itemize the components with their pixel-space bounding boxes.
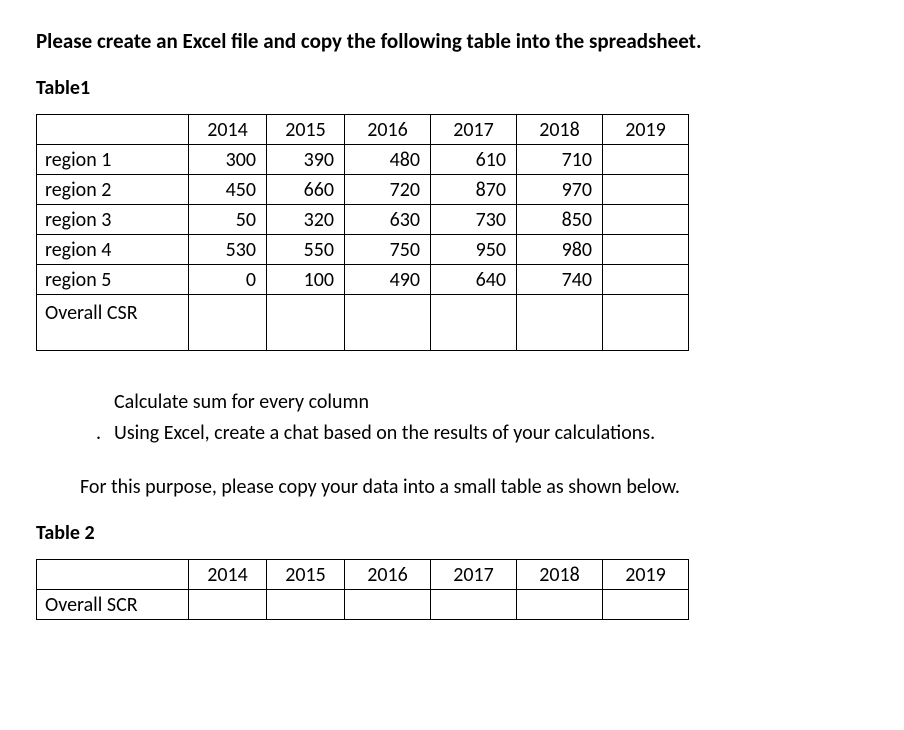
cell	[267, 590, 345, 620]
table1-overall-row: Overall CSR	[37, 295, 689, 351]
table1-year: 2015	[267, 115, 345, 145]
cell: 870	[431, 175, 517, 205]
instruction-text: Calculate sum for every column	[114, 390, 369, 414]
cell	[517, 295, 603, 351]
cell: 480	[345, 145, 431, 175]
cell: 740	[517, 265, 603, 295]
table2-year: 2018	[517, 560, 603, 590]
cell: 720	[345, 175, 431, 205]
cell	[603, 205, 689, 235]
table2-overall-row: Overall SCR	[37, 590, 689, 620]
cell: 750	[345, 235, 431, 265]
cell: 980	[517, 235, 603, 265]
main-instruction: Please create an Excel file and copy the…	[36, 28, 868, 54]
overall-label: Overall SCR	[37, 590, 189, 620]
cell	[603, 235, 689, 265]
table1-year: 2014	[189, 115, 267, 145]
cell: 660	[267, 175, 345, 205]
table1-year: 2016	[345, 115, 431, 145]
table-row: region 2 450 660 720 870 970	[37, 175, 689, 205]
table-row: region 3 50 320 630 730 850	[37, 205, 689, 235]
cell: 730	[431, 205, 517, 235]
cell	[603, 145, 689, 175]
cell	[517, 590, 603, 620]
cell: 630	[345, 205, 431, 235]
cell: 970	[517, 175, 603, 205]
cell	[431, 590, 517, 620]
cell	[603, 590, 689, 620]
cell	[603, 295, 689, 351]
row-label: region 4	[37, 235, 189, 265]
cell: 320	[267, 205, 345, 235]
cell: 450	[189, 175, 267, 205]
cell	[189, 590, 267, 620]
overall-label: Overall CSR	[37, 295, 189, 351]
table2-label: Table 2	[36, 521, 868, 545]
cell: 950	[431, 235, 517, 265]
cell: 550	[267, 235, 345, 265]
table2-year: 2014	[189, 560, 267, 590]
table-row: region 1 300 390 480 610 710	[37, 145, 689, 175]
cell	[189, 295, 267, 351]
table-row: region 5 0 100 490 640 740	[37, 265, 689, 295]
row-label: region 2	[37, 175, 189, 205]
table1-year: 2018	[517, 115, 603, 145]
table-row: region 4 530 550 750 950 980	[37, 235, 689, 265]
cell: 300	[189, 145, 267, 175]
instruction-line: .Using Excel, create a chat based on the…	[96, 418, 868, 449]
instruction-text: Using Excel, create a chat based on the …	[114, 421, 655, 445]
table2-corner	[37, 560, 189, 590]
cell	[345, 295, 431, 351]
table1-corner	[37, 115, 189, 145]
table2-year: 2016	[345, 560, 431, 590]
cell: 490	[345, 265, 431, 295]
cell: 640	[431, 265, 517, 295]
cell: 100	[267, 265, 345, 295]
instruction-line: Calculate sum for every column	[96, 387, 868, 418]
cell: 530	[189, 235, 267, 265]
table2-year: 2019	[603, 560, 689, 590]
cell: 710	[517, 145, 603, 175]
cell	[267, 295, 345, 351]
cell	[431, 295, 517, 351]
cell: 50	[189, 205, 267, 235]
cell	[345, 590, 431, 620]
cell: 610	[431, 145, 517, 175]
cell: 850	[517, 205, 603, 235]
table2: 2014 2015 2016 2017 2018 2019 Overall SC…	[36, 559, 689, 620]
table2-year: 2015	[267, 560, 345, 590]
cell	[603, 175, 689, 205]
table2-year: 2017	[431, 560, 517, 590]
copy-instruction: For this purpose, please copy your data …	[80, 475, 868, 499]
table1: 2014 2015 2016 2017 2018 2019 region 1 3…	[36, 114, 689, 351]
cell: 390	[267, 145, 345, 175]
row-label: region 5	[37, 265, 189, 295]
table1-header-row: 2014 2015 2016 2017 2018 2019	[37, 115, 689, 145]
table2-header-row: 2014 2015 2016 2017 2018 2019	[37, 560, 689, 590]
cell	[603, 265, 689, 295]
table1-label: Table1	[36, 76, 868, 100]
table1-year: 2019	[603, 115, 689, 145]
row-label: region 3	[37, 205, 189, 235]
cell: 0	[189, 265, 267, 295]
middle-instructions: Calculate sum for every column .Using Ex…	[96, 387, 868, 449]
table1-year: 2017	[431, 115, 517, 145]
row-label: region 1	[37, 145, 189, 175]
